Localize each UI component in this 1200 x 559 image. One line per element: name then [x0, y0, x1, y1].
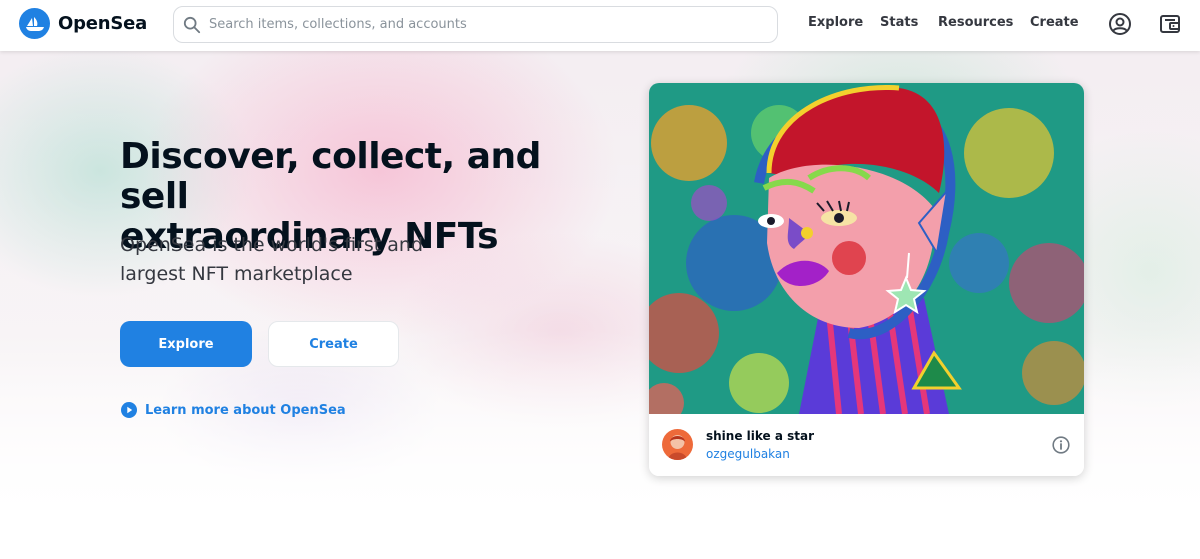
account-icon[interactable] [1108, 12, 1132, 36]
search-icon [183, 16, 201, 33]
creator-avatar[interactable] [662, 429, 693, 460]
nft-card-footer: shine like a star ozgegulbakan [649, 414, 1084, 476]
top-navbar: OpenSea Explore Stats Resources Create [0, 0, 1200, 51]
hero-subheading-line2: largest NFT marketplace [120, 263, 353, 285]
search-input[interactable] [209, 17, 769, 32]
hero-subheading: OpenSea is the world's first and largest… [120, 231, 440, 289]
play-circle-icon [121, 402, 137, 418]
brand-name: OpenSea [58, 13, 148, 34]
nav-resources[interactable]: Resources [938, 15, 1013, 30]
hero-section: Discover, collect, and sell extraordinar… [0, 51, 1200, 559]
nft-creator-link[interactable]: ozgegulbakan [706, 447, 790, 461]
opensea-logo[interactable]: OpenSea [19, 8, 147, 39]
nav-stats[interactable]: Stats [880, 15, 918, 30]
create-button[interactable]: Create [268, 321, 399, 367]
hero-subheading-line1: OpenSea is the world's first and [120, 234, 424, 256]
explore-button[interactable]: Explore [120, 321, 252, 367]
wallet-icon[interactable] [1158, 12, 1182, 36]
hero-headline-line1: Discover, collect, and sell [120, 136, 541, 217]
learn-more-label: Learn more about OpenSea [145, 402, 346, 418]
nav-explore[interactable]: Explore [808, 15, 863, 30]
featured-nft-card[interactable]: shine like a star ozgegulbakan [649, 83, 1084, 476]
info-icon[interactable] [1052, 436, 1070, 454]
nav-create[interactable]: Create [1030, 15, 1079, 30]
opensea-logo-icon [19, 8, 50, 39]
learn-more-link[interactable]: Learn more about OpenSea [121, 402, 346, 418]
nft-title[interactable]: shine like a star [706, 429, 814, 443]
search-bar[interactable] [173, 6, 778, 43]
nft-artwork-image[interactable] [649, 83, 1084, 414]
